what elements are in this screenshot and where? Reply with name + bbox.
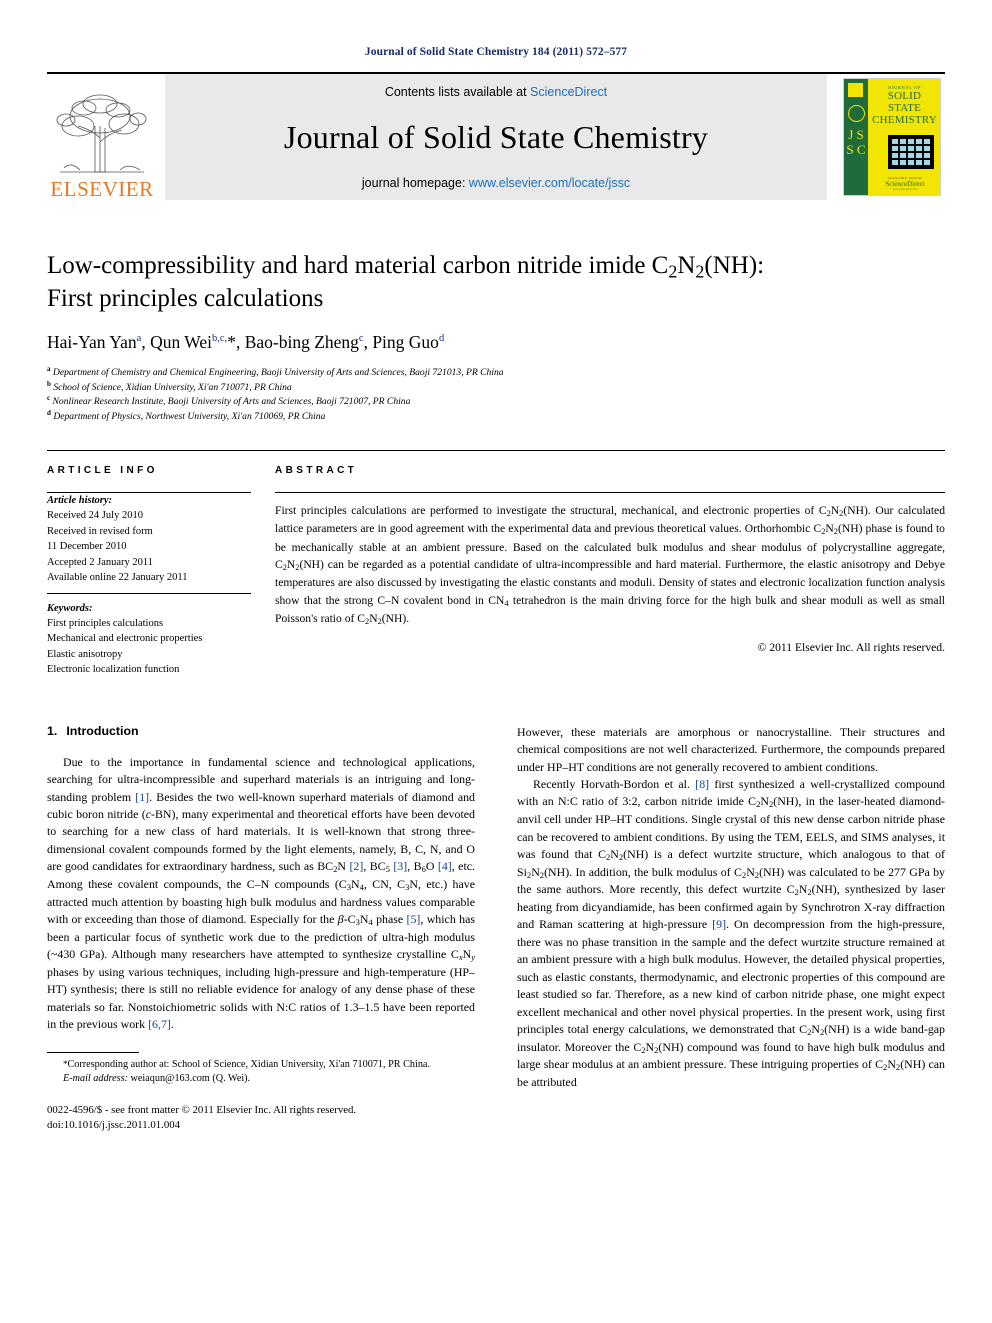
journal-title: Journal of Solid State Chemistry: [283, 119, 709, 155]
article-history: Article history: Received 24 July 2010 R…: [47, 493, 251, 593]
section-number: 1.: [47, 723, 58, 738]
intro-paragraph-2: However, these materials are amorphous o…: [517, 724, 945, 774]
citation-ref: [1]: [135, 789, 150, 804]
keywords-block: Keywords: First principles calculations …: [47, 594, 251, 678]
body-column-left: 1. Introduction Due to the importance in …: [47, 724, 475, 1134]
title-block: Low-compressibility and hard material ca…: [47, 250, 945, 424]
affiliation-text: School of Science, Xidian University, Xi…: [53, 381, 292, 393]
footnote-rule: [47, 1051, 139, 1053]
history-item: Accepted 2 January 2011: [47, 556, 154, 568]
running-head: Journal of Solid State Chemistry 184 (20…: [364, 46, 628, 58]
cover-line-1: SOLID STATE: [887, 90, 922, 114]
citation-ref: [2]: [349, 859, 364, 874]
page-title: Low-compressibility and hard material ca…: [47, 250, 945, 314]
affiliation-item: a Department of Chemistry and Chemical E…: [47, 365, 945, 380]
contents-prefix: Contents lists available at: [384, 85, 531, 99]
history-item: Received 24 July 2010: [47, 510, 143, 522]
elsevier-wordmark: ELSEVIER: [50, 177, 154, 201]
affiliation-mark: d: [47, 409, 51, 418]
keyword-item: Electronic localization function: [47, 664, 180, 676]
citation-ref: [8]: [695, 776, 710, 791]
title-line-1: Low-compressibility and hard material ca…: [47, 252, 765, 282]
abstract-rule: [275, 492, 945, 493]
affiliation-mark: b: [47, 379, 51, 388]
issn-block: 0022-4596/$ - see front matter © 2011 El…: [47, 1103, 475, 1133]
citation-ref: [3]: [393, 859, 408, 874]
email-value[interactable]: weiaqun@163.com (Q. Wei).: [131, 1073, 251, 1084]
keyword-item: First principles calculations: [47, 617, 164, 629]
homepage-prefix: journal homepage:: [361, 176, 469, 190]
elsevier-tree-icon: [56, 94, 147, 173]
history-item: 11 December 2010: [47, 541, 127, 553]
author-item: Hai-Yan Yana,: [47, 331, 151, 352]
history-item: Available online 22 January 2011: [47, 572, 188, 584]
abstract-column: ABSTRACT First principles calculations a…: [275, 465, 945, 678]
sciencedirect-link[interactable]: ScienceDirect: [530, 85, 607, 99]
article-history-label: Article history:: [47, 495, 113, 506]
homepage-line: journal homepage: www.elsevier.com/locat…: [362, 176, 630, 190]
affiliation-item: d Department of Physics, Northwest Unive…: [47, 409, 945, 424]
author-item: Bao-bing Zhengc,: [244, 331, 373, 352]
corresponding-author-text: Corresponding author at: School of Scien…: [67, 1058, 431, 1070]
affiliation-text: Department of Chemistry and Chemical Eng…: [52, 367, 504, 378]
keywords-label: Keywords:: [47, 602, 93, 614]
body-columns: 1. Introduction Due to the importance in …: [47, 724, 945, 1134]
elsevier-logo: ELSEVIER: [47, 74, 157, 200]
abstract-copyright: © 2011 Elsevier Inc. All rights reserved…: [757, 640, 945, 654]
title-line-2: First principles calculations: [47, 284, 324, 312]
affiliation-text: Nonlinear Research Institute, Baoji Univ…: [52, 396, 411, 408]
article-info-heading: ARTICLE INFO: [47, 465, 158, 476]
issn-line: 0022-4596/$ - see front matter © 2011 El…: [47, 1104, 357, 1117]
doi-line[interactable]: doi:10.1016/j.jssc.2011.01.004: [47, 1118, 475, 1133]
author-item: Qun Weib,c,*,: [150, 331, 245, 352]
corresponding-author-note: *Corresponding author at: School of Scie…: [47, 1058, 475, 1073]
contents-line: Contents lists available at ScienceDirec…: [385, 85, 607, 99]
citation-ref: [5]: [406, 912, 421, 927]
citation-ref: [6,7]: [148, 1017, 171, 1032]
affiliation-mark: a: [47, 364, 51, 373]
history-item: Received in revised form: [47, 525, 153, 537]
citation-ref: [9]: [712, 917, 727, 932]
email-label: E-mail address:: [63, 1073, 128, 1085]
intro-paragraph-3: Recently Horvath-Bordon et al. [8] first…: [517, 776, 946, 1090]
author-item: Ping Guod: [372, 331, 445, 352]
cover-foot-brand: ScienceDirect: [885, 180, 925, 188]
affiliation-item: c Nonlinear Research Institute, Baoji Un…: [47, 394, 945, 409]
journal-cover-thumbnail: J S S C JOURNAL OF SOLID STATE CHEMISTRY: [835, 74, 945, 200]
cover-artwork: [888, 135, 934, 169]
citation-ref: [4]: [437, 859, 452, 874]
abstract-text: First principles calculations are perfor…: [275, 504, 946, 627]
email-note: E-mail address: weiaqun@163.com (Q. Wei)…: [47, 1072, 475, 1087]
cover-foot-small: www.sciencedirect.com: [892, 188, 918, 191]
homepage-url-link[interactable]: www.elsevier.com/locate/jssc: [469, 176, 630, 190]
affiliation-mark: c: [47, 394, 51, 403]
keyword-item: Mechanical and electronic properties: [47, 633, 203, 645]
affiliation-text: Department of Physics, Northwest Univers…: [53, 411, 326, 423]
body-column-right: However, these materials are amorphous o…: [517, 724, 945, 1134]
intro-paragraph-1: Due to the importance in fundamental sci…: [47, 754, 476, 1032]
paper-page: Journal of Solid State Chemistry 184 (20…: [0, 0, 992, 1323]
cover-line-2: CHEMISTRY: [872, 114, 937, 126]
article-info-column: ARTICLE INFO Article history: Received 2…: [47, 465, 275, 678]
cover-footer: AVAILABLE ONLINE ScienceDirect www.scien…: [874, 176, 936, 191]
section-title-introduction: 1. Introduction: [47, 724, 475, 738]
cover-title: JOURNAL OF SOLID STATE CHEMISTRY: [872, 85, 937, 126]
footnote-block: *Corresponding author at: School of Scie…: [47, 1051, 475, 1134]
keyword-item: Elastic anisotropy: [47, 648, 123, 660]
cover-spine-letters: J S S C: [846, 127, 866, 157]
masthead-band: Contents lists available at ScienceDirec…: [165, 74, 827, 200]
affiliation-list: a Department of Chemistry and Chemical E…: [47, 365, 945, 424]
journal-masthead: ELSEVIER Contents lists available at Sci…: [47, 72, 945, 200]
affiliation-item: b School of Science, Xidian University, …: [47, 380, 945, 395]
cover-spine: J S S C: [844, 79, 868, 195]
author-list: Hai-Yan Yana, Qun Weib,c,*, Bao-bing Zhe…: [47, 332, 945, 353]
info-abstract-section: ARTICLE INFO Article history: Received 2…: [47, 450, 945, 678]
section-label: Introduction: [66, 723, 139, 738]
abstract-heading: ABSTRACT: [275, 465, 358, 476]
